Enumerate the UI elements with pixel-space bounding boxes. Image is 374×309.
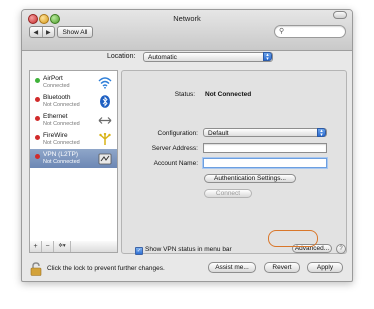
service-item-bluetooth[interactable]: Bluetooth Not Connected (30, 92, 117, 111)
vpn-detail-panel: Status: Not Connected Configuration: Def… (121, 70, 347, 255)
configuration-value: Default (208, 130, 229, 137)
service-list: AirPort Connected Bluetooth Not Connecte… (29, 70, 118, 243)
status-dot-not-connected (35, 154, 40, 159)
ethernet-icon (98, 117, 112, 124)
show-vpn-status-checkbox[interactable]: ✓ (135, 247, 143, 255)
account-name-field[interactable] (203, 158, 327, 168)
service-name: FireWire (43, 132, 68, 139)
status-dot-not-connected (35, 116, 40, 121)
status-dot-connected (35, 78, 40, 83)
service-status: Connected (43, 83, 70, 89)
location-label: Location: (107, 53, 136, 60)
service-name: Bluetooth (43, 94, 71, 101)
service-status: Not Connected (43, 159, 80, 165)
search-icon: ⚲ (279, 28, 285, 35)
connect-button[interactable]: Connect (204, 189, 252, 198)
title-bar: Network ◀ ▶ Show All ⚲ (22, 10, 352, 51)
vpn-icon (98, 153, 112, 165)
status-dot-not-connected (35, 135, 40, 140)
lock-icon[interactable] (30, 262, 42, 276)
back-forward-control: ◀ ▶ (29, 26, 55, 38)
search-field[interactable]: ⚲ (274, 25, 346, 38)
popup-arrows-icon: ▴ ▾ (317, 128, 326, 138)
help-button[interactable]: ? (336, 244, 346, 254)
remove-service-button[interactable]: − (42, 241, 54, 252)
service-item-airport[interactable]: AirPort Connected (30, 73, 117, 92)
service-name: AirPort (43, 75, 63, 82)
assist-me-button[interactable]: Assist me... (208, 262, 256, 273)
configuration-popup[interactable]: Default ▴ ▾ (203, 128, 327, 138)
service-item-ethernet[interactable]: Ethernet Not Connected (30, 111, 117, 130)
popup-arrows-icon: ▴ ▾ (263, 52, 272, 62)
authentication-settings-button[interactable]: Authentication Settings... (204, 174, 296, 183)
status-label: Status: (174, 91, 195, 98)
service-status: Not Connected (43, 121, 80, 127)
status-value: Not Connected (205, 91, 252, 98)
configuration-label: Configuration: (157, 130, 198, 137)
action-menu-button[interactable]: ✲▾ (54, 241, 71, 252)
revert-button[interactable]: Revert (264, 262, 300, 273)
service-name: Ethernet (43, 113, 68, 120)
firewire-icon (99, 133, 111, 145)
server-address-field[interactable] (203, 143, 327, 153)
server-address-label: Server Address: (151, 145, 198, 152)
apply-button[interactable]: Apply (307, 262, 343, 273)
window-title: Network (173, 14, 201, 23)
show-all-button[interactable]: Show All (57, 26, 93, 38)
service-item-firewire[interactable]: FireWire Not Connected (30, 130, 117, 149)
toolbar-toggle-button[interactable] (333, 11, 347, 19)
location-popup[interactable]: Automatic ▴ ▾ (143, 52, 273, 62)
show-vpn-status-label: Show VPN status in menu bar (145, 246, 232, 253)
back-button[interactable]: ◀ (30, 27, 43, 37)
service-item-vpn[interactable]: VPN (L2TP) Not Connected (30, 149, 117, 168)
account-name-label: Account Name: (153, 160, 198, 167)
location-value: Automatic (148, 54, 177, 61)
service-name: VPN (L2TP) (43, 151, 79, 158)
lock-message: Click the lock to prevent further change… (47, 265, 165, 272)
bluetooth-icon (100, 95, 110, 108)
wifi-icon (98, 77, 112, 89)
forward-button[interactable]: ▶ (43, 27, 55, 37)
network-preferences-window: Network ◀ ▶ Show All ⚲ Location: Automat… (21, 9, 353, 282)
service-status: Not Connected (43, 102, 80, 108)
service-status: Not Connected (43, 140, 80, 146)
search-input[interactable] (287, 27, 341, 35)
add-service-button[interactable]: + (30, 241, 42, 252)
advanced-highlight-ring (268, 230, 318, 247)
service-list-controls: + − ✲▾ (29, 241, 118, 253)
status-dot-not-connected (35, 97, 40, 102)
